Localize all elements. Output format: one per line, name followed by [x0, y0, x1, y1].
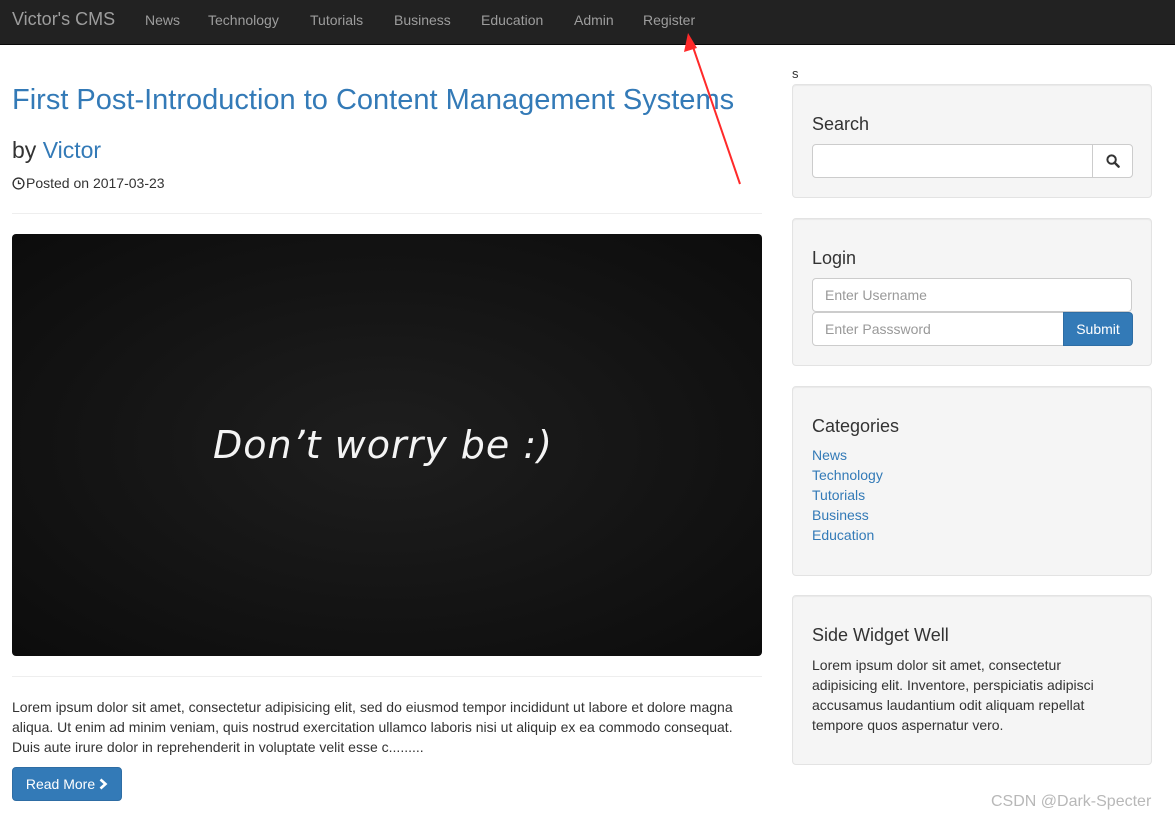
- search-widget: Search: [792, 84, 1152, 198]
- annotation-arrow-icon: [684, 33, 741, 185]
- categories-title: Categories: [812, 416, 900, 436]
- brand-link[interactable]: Victor's CMS: [12, 9, 115, 30]
- search-title: Search: [812, 114, 870, 134]
- author-link[interactable]: Victor: [43, 137, 101, 163]
- side-widget-text: Lorem ipsum dolor sit amet, consectetur …: [812, 657, 1094, 733]
- password-input[interactable]: Enter Passsword: [812, 312, 1064, 346]
- post-excerpt: Lorem ipsum dolor sit amet, consectetur …: [12, 699, 733, 755]
- side-widget: Side Widget Well Lorem ipsum dolor sit a…: [792, 595, 1152, 765]
- nav-item-admin[interactable]: Admin: [574, 12, 614, 28]
- search-button[interactable]: [1092, 144, 1133, 178]
- category-link-education[interactable]: Education: [812, 527, 874, 543]
- category-link-business[interactable]: Business: [812, 507, 869, 523]
- clock-icon: [12, 176, 25, 190]
- post-date: Posted on 2017-03-23: [12, 175, 165, 191]
- nav-item-register[interactable]: Register: [643, 12, 695, 28]
- nav-item-tutorials[interactable]: Tutorials: [310, 12, 363, 28]
- post-title[interactable]: First Post-Introduction to Content Manag…: [12, 84, 734, 117]
- username-input[interactable]: Enter Username: [812, 278, 1132, 312]
- nav-item-education[interactable]: Education: [481, 12, 543, 28]
- read-more-button[interactable]: Read More: [12, 767, 122, 801]
- post-image-text: Don’t worry be :): [213, 423, 553, 467]
- login-widget: Login Enter Username Enter Passsword Sub…: [792, 218, 1152, 366]
- nav-item-technology[interactable]: Technology: [208, 12, 279, 28]
- byline-prefix: by: [12, 137, 37, 163]
- submit-button[interactable]: Submit: [1063, 312, 1133, 346]
- nav-item-business[interactable]: Business: [394, 12, 451, 28]
- read-more-label: Read More: [25, 776, 96, 792]
- stray-text: s: [792, 66, 799, 81]
- divider: [12, 213, 762, 214]
- post-date-text: Posted on 2017-03-23: [26, 175, 165, 191]
- category-link-technology[interactable]: Technology: [812, 467, 883, 483]
- categories-widget: Categories News Technology Tutorials Bus…: [792, 386, 1152, 576]
- post-image: Don’t worry be :): [12, 234, 762, 656]
- search-input[interactable]: [812, 144, 1093, 178]
- watermark: CSDN @Dark-Specter: [991, 793, 1152, 810]
- post-byline: by Victor: [12, 137, 101, 164]
- search-icon: [1105, 154, 1120, 168]
- login-title: Login: [812, 248, 857, 268]
- category-link-tutorials[interactable]: Tutorials: [812, 487, 865, 503]
- divider: [12, 676, 762, 677]
- chevron-right-icon: [99, 778, 108, 790]
- nav-item-news[interactable]: News: [145, 12, 180, 28]
- top-navbar: Victor's CMS News Technology Tutorials B…: [0, 0, 1175, 45]
- side-widget-title: Side Widget Well: [812, 625, 949, 645]
- category-link-news[interactable]: News: [812, 447, 847, 463]
